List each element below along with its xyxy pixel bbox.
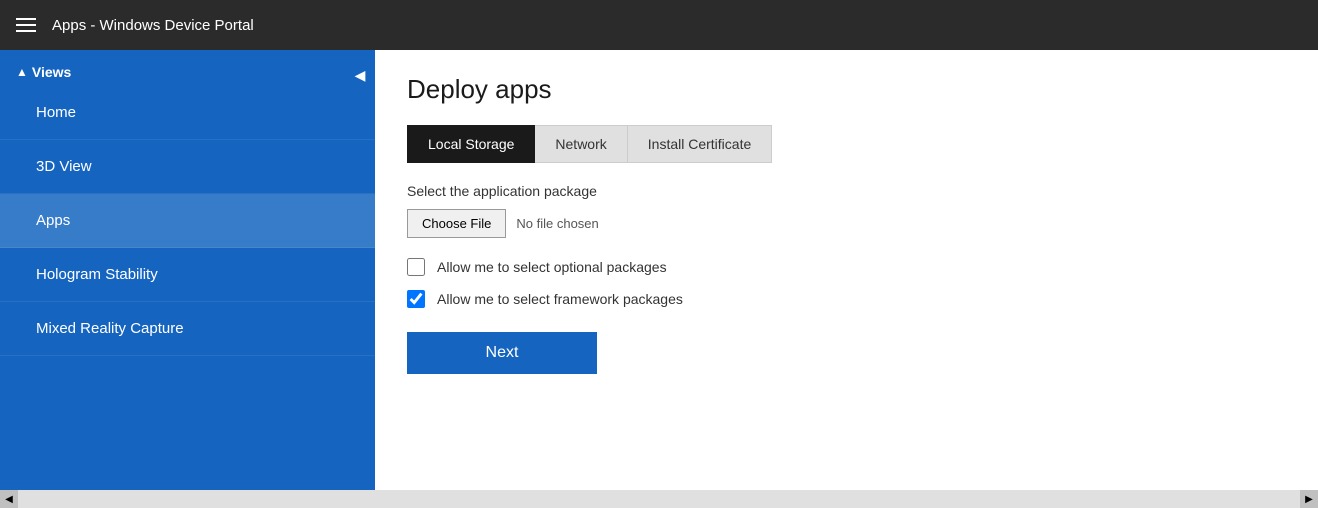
sidebar-item-mixed-reality-capture[interactable]: Mixed Reality Capture: [0, 302, 375, 356]
sidebar-item-home[interactable]: Home: [0, 86, 375, 140]
views-arrow: ▲: [16, 65, 28, 79]
hamburger-icon[interactable]: [16, 18, 36, 32]
next-button[interactable]: Next: [407, 332, 597, 374]
sidebar: ◀ ▲ Views Home 3D View Apps Hologram Sta…: [0, 50, 375, 490]
sidebar-item-hologram-stability[interactable]: Hologram Stability: [0, 248, 375, 302]
views-label: Views: [32, 64, 71, 80]
tab-local-storage[interactable]: Local Storage: [407, 125, 535, 163]
views-header: ▲ Views: [0, 50, 375, 86]
tab-bar: Local Storage Network Install Certificat…: [407, 125, 1286, 163]
package-label: Select the application package: [407, 183, 1286, 199]
app-title: Apps - Windows Device Portal: [52, 17, 254, 34]
optional-packages-label: Allow me to select optional packages: [437, 259, 667, 275]
content-area: Deploy apps Local Storage Network Instal…: [375, 50, 1318, 490]
scroll-right-button[interactable]: ▶: [1300, 490, 1318, 508]
optional-packages-checkbox[interactable]: [407, 258, 425, 276]
sidebar-item-3dview[interactable]: 3D View: [0, 140, 375, 194]
sidebar-collapse-button[interactable]: ◀: [345, 60, 375, 90]
topbar: Apps - Windows Device Portal: [0, 0, 1318, 50]
sidebar-item-apps[interactable]: Apps: [0, 194, 375, 248]
horizontal-scrollbar: ◀ ▶: [0, 490, 1318, 508]
tab-network[interactable]: Network: [534, 125, 627, 163]
tab-install-certificate[interactable]: Install Certificate: [627, 125, 772, 163]
scroll-track[interactable]: [18, 490, 1300, 508]
framework-packages-label: Allow me to select framework packages: [437, 291, 683, 307]
framework-packages-checkbox[interactable]: [407, 290, 425, 308]
framework-packages-row: Allow me to select framework packages: [407, 290, 1286, 308]
main-layout: ◀ ▲ Views Home 3D View Apps Hologram Sta…: [0, 50, 1318, 490]
scroll-left-button[interactable]: ◀: [0, 490, 18, 508]
page-title: Deploy apps: [407, 74, 1286, 105]
optional-packages-row: Allow me to select optional packages: [407, 258, 1286, 276]
choose-file-button[interactable]: Choose File: [407, 209, 506, 238]
no-file-label: No file chosen: [516, 216, 598, 231]
file-chooser-row: Choose File No file chosen: [407, 209, 1286, 238]
